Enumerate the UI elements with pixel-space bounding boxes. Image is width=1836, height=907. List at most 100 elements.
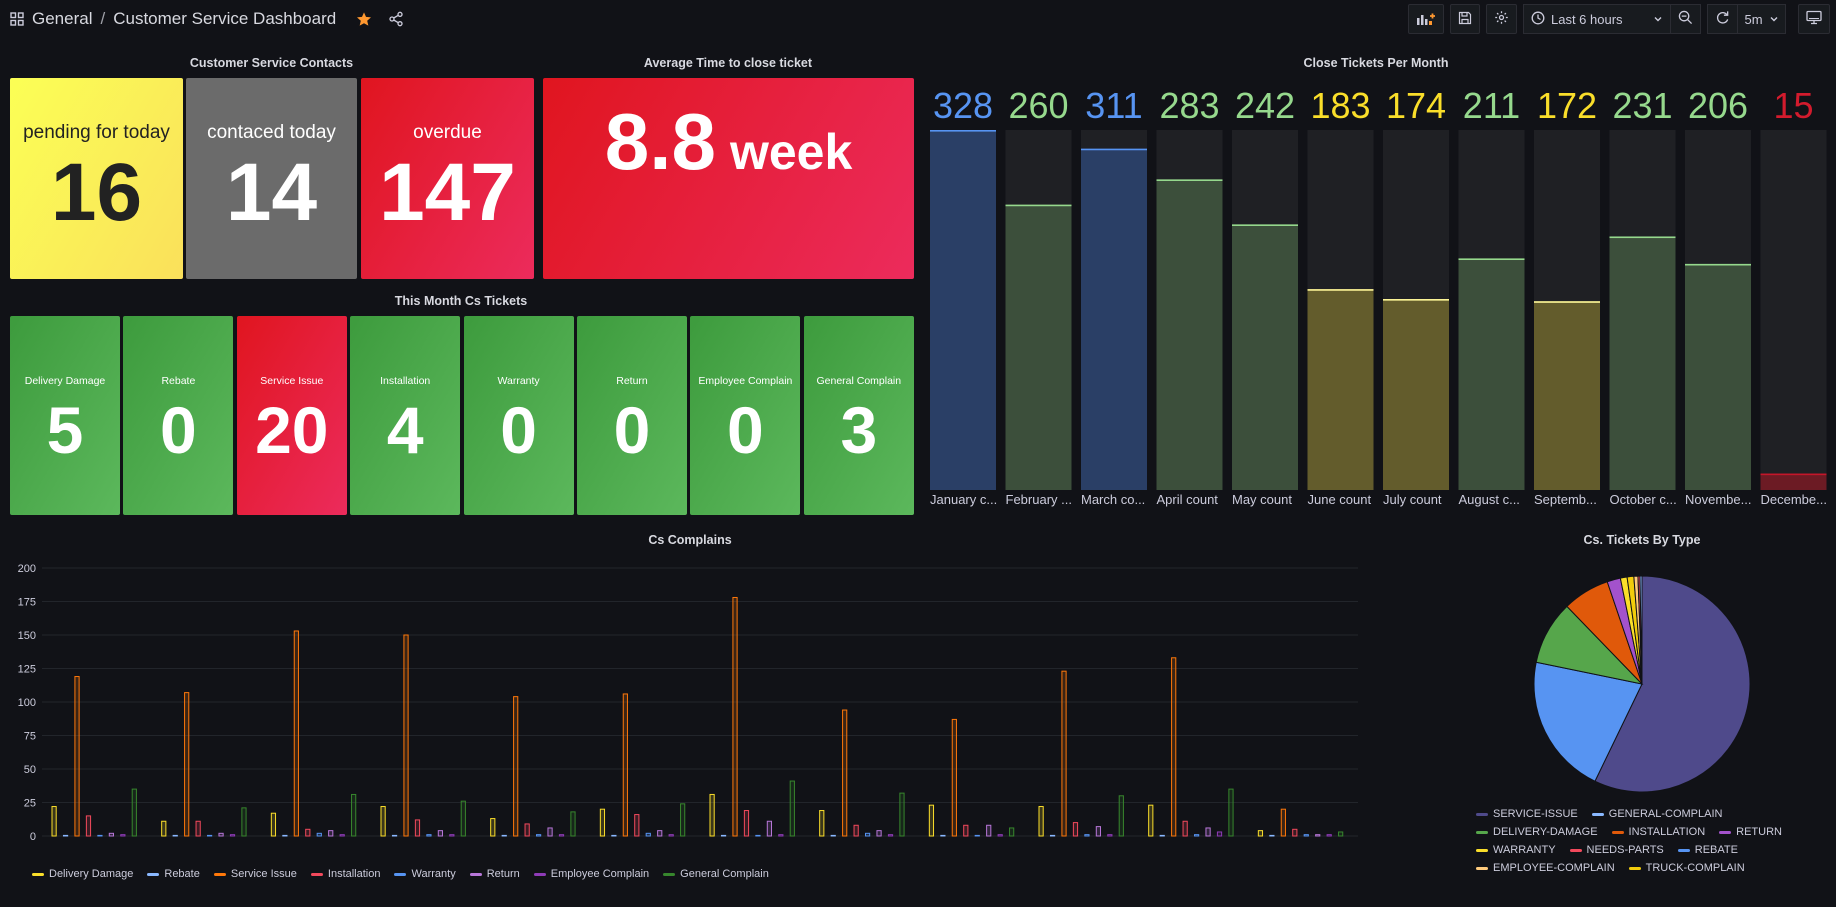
bar-delivery-damage[interactable] [1148, 804, 1154, 837]
by-type-panel-title[interactable]: Cs. Tickets By Type [1380, 533, 1836, 547]
bar-delivery-damage[interactable] [1257, 830, 1264, 837]
legend-item[interactable]: GENERAL-COMPLAIN [1591, 808, 1722, 820]
legend-item[interactable]: TRUCK-COMPLAIN [1628, 862, 1745, 874]
bar-delivery-damage[interactable] [270, 812, 277, 837]
gauge-bar[interactable] [1081, 148, 1147, 490]
legend-item[interactable]: Service Issue [213, 868, 297, 880]
legend-item[interactable]: INSTALLATION [1611, 826, 1705, 838]
star-icon[interactable] [356, 11, 372, 27]
bar-rebate[interactable] [1049, 834, 1056, 837]
bar-warranty[interactable] [1194, 834, 1200, 837]
bar-return[interactable] [437, 830, 443, 837]
bar-employee-complain[interactable] [449, 834, 455, 837]
bar-delivery-damage[interactable] [490, 818, 496, 837]
bar-delivery-damage[interactable] [709, 793, 715, 837]
bar-delivery-damage[interactable] [819, 810, 825, 837]
bar-rebate[interactable] [1269, 834, 1275, 837]
bar-installation[interactable] [634, 814, 640, 837]
tile-installation[interactable]: Installation 4 [350, 316, 461, 515]
bar-return[interactable] [986, 824, 992, 837]
gauge-bar[interactable] [1534, 301, 1600, 490]
bar-installation[interactable] [305, 828, 311, 837]
bar-return[interactable] [1095, 826, 1101, 837]
legend-item[interactable]: WARRANTY [1476, 844, 1556, 856]
bar-return[interactable] [657, 830, 663, 837]
bar-service-issue[interactable] [403, 634, 409, 837]
bar-warranty[interactable] [974, 834, 980, 837]
bar-service-issue[interactable] [513, 696, 519, 837]
bar-delivery-damage[interactable] [51, 806, 57, 837]
gauge-bar[interactable] [1685, 263, 1751, 490]
bar-general-complain[interactable] [680, 803, 686, 837]
bar-warranty[interactable] [97, 834, 103, 837]
tv-mode-button[interactable] [1798, 4, 1830, 34]
overdue-stat[interactable]: overdue 147 [361, 78, 534, 279]
tile-delivery-damage[interactable]: Delivery Damage 5 [10, 316, 120, 515]
gauge-bar[interactable] [1609, 236, 1676, 490]
bar-warranty[interactable] [865, 832, 871, 837]
bar-delivery-damage[interactable] [380, 806, 386, 837]
legend-item[interactable]: General Complain [663, 868, 769, 880]
bar-installation[interactable] [1182, 820, 1188, 837]
tile-warranty[interactable]: Warranty 0 [463, 316, 574, 515]
bar-return[interactable] [547, 827, 553, 837]
bar-rebate[interactable] [172, 834, 178, 837]
tile-return[interactable]: Return 0 [577, 316, 687, 515]
month-tickets-panel-title[interactable]: This Month Cs Tickets [8, 294, 914, 308]
avg-time-stat[interactable]: 8.8 week [543, 78, 914, 279]
legend-item[interactable]: DELIVERY-DAMAGE [1476, 826, 1598, 838]
bar-service-issue[interactable] [1061, 670, 1067, 837]
bar-rebate[interactable] [940, 834, 946, 837]
legend-item[interactable]: Installation [310, 868, 380, 880]
bar-service-issue[interactable] [293, 630, 299, 837]
close-tickets-panel-title[interactable]: Close Tickets Per Month [926, 56, 1826, 70]
bar-general-complain[interactable] [1009, 827, 1015, 837]
bar-warranty[interactable] [755, 834, 761, 837]
bar-general-complain[interactable] [789, 780, 795, 837]
bar-employee-complain[interactable] [120, 834, 126, 837]
bar-employee-complain[interactable] [887, 834, 894, 837]
apps-icon[interactable] [10, 12, 24, 26]
tile-service-issue[interactable]: Service Issue 20 [236, 316, 347, 515]
bar-general-complain[interactable] [899, 792, 905, 837]
gauge-bar[interactable] [1383, 299, 1449, 490]
bar-service-issue[interactable] [1171, 657, 1177, 837]
avg-time-panel-title[interactable]: Average Time to close ticket [543, 56, 913, 70]
bar-employee-complain[interactable] [1326, 834, 1332, 837]
bar-return[interactable] [766, 820, 772, 837]
bar-installation[interactable] [414, 819, 421, 837]
bar-return[interactable] [108, 832, 114, 837]
bar-general-complain[interactable] [460, 800, 466, 837]
bar-rebate[interactable] [501, 834, 507, 837]
contacted-today-stat[interactable]: contaced today 14 [186, 78, 357, 279]
legend-item[interactable]: Rebate [147, 868, 200, 880]
bar-return[interactable] [328, 830, 334, 837]
bar-warranty[interactable] [426, 834, 432, 837]
save-dashboard-button[interactable] [1450, 4, 1480, 34]
bar-service-issue[interactable] [622, 693, 628, 837]
bar-rebate[interactable] [1159, 834, 1165, 837]
bar-general-complain[interactable] [131, 788, 137, 837]
bar-delivery-damage[interactable] [1038, 806, 1044, 837]
legend-item[interactable]: SERVICE-ISSUE [1476, 808, 1578, 820]
tile-employee-complain[interactable]: Employee Complain 0 [690, 316, 801, 515]
bar-service-issue[interactable] [951, 718, 957, 837]
legend-item[interactable]: Employee Complain [533, 868, 649, 880]
bar-service-issue[interactable] [184, 692, 190, 837]
bar-rebate[interactable] [62, 834, 69, 837]
legend-item[interactable]: Warranty [394, 868, 456, 880]
bar-delivery-damage[interactable] [599, 808, 606, 837]
refresh-interval-picker[interactable]: 5m [1738, 4, 1786, 34]
gauge-bar[interactable] [1307, 289, 1374, 490]
gauge-bar[interactable] [1156, 179, 1223, 490]
bar-service-issue[interactable] [1280, 808, 1286, 837]
dashboard-settings-button[interactable] [1486, 4, 1517, 34]
legend-item[interactable]: Delivery Damage [32, 868, 133, 880]
bar-installation[interactable] [85, 815, 92, 837]
bar-employee-complain[interactable] [229, 834, 236, 837]
bar-installation[interactable] [195, 820, 201, 837]
gauge-bar[interactable] [1005, 204, 1072, 490]
bar-service-issue[interactable] [74, 676, 80, 837]
bar-rebate[interactable] [611, 834, 617, 837]
breadcrumb-folder[interactable]: General [32, 9, 92, 29]
